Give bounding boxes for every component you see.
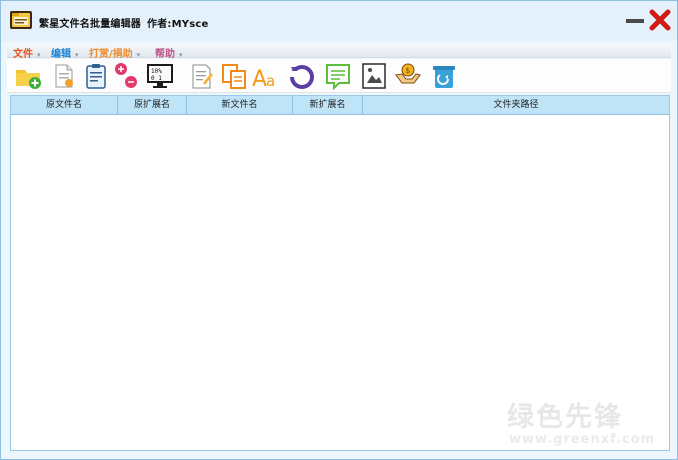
copy-button[interactable] [219, 61, 249, 91]
svg-text:10%: 10% [151, 68, 162, 75]
message-list-button[interactable] [323, 61, 353, 91]
image-file-icon [362, 63, 386, 89]
app-window: 繁星文件名批量编辑器 作者:MYsce 文件 ▾ 编辑 ▾ 打赏/捐助 ▾ 帮助 ▾ [0, 0, 678, 460]
svg-text:a: a [266, 72, 275, 90]
copy-icon [222, 64, 246, 89]
chevron-down-icon: ▾ [75, 51, 79, 59]
menu-file[interactable]: 文件 ▾ [13, 45, 41, 60]
replace-text-button[interactable] [111, 61, 141, 91]
message-list-icon [326, 64, 350, 91]
chevron-down-icon: ▾ [37, 51, 41, 59]
clipboard-icon [86, 64, 106, 89]
svg-text:0 1: 0 1 [151, 75, 162, 82]
author-label: 作者:MYsce [147, 19, 209, 30]
undo-button[interactable] [287, 61, 317, 91]
chevron-down-icon: ▾ [136, 51, 141, 59]
watermark: 绿色先锋 www.greenxf.com [507, 395, 667, 451]
table-header: 原文件名 原扩展名 新文件名 新扩展名 文件夹路径 [11, 96, 669, 115]
clipboard-button[interactable] [81, 61, 111, 91]
column-original-name[interactable]: 原文件名 [11, 96, 118, 115]
watermark-en: www.greenxf.com [509, 432, 656, 447]
number-sequence-icon: 10% 0 1 [147, 64, 173, 88]
donate-icon: $ [395, 63, 421, 84]
chevron-down-icon: ▾ [179, 51, 183, 59]
donate-button[interactable]: $ [393, 61, 423, 91]
column-original-extension[interactable]: 原扩展名 [118, 96, 187, 115]
add-folder-icon [16, 70, 41, 89]
add-folder-button[interactable] [13, 61, 43, 91]
menu-help[interactable]: 帮助 ▾ [155, 45, 183, 60]
svg-text:A: A [252, 67, 267, 91]
title-bar[interactable]: 繁星文件名批量编辑器 作者:MYsce [1, 1, 677, 41]
menu-edit[interactable]: 编辑 ▾ [51, 45, 79, 60]
column-folder-path[interactable]: 文件夹路径 [363, 96, 669, 115]
watermark-cn: 绿色先锋 [507, 402, 623, 433]
menu-donate[interactable]: 打赏/捐助 ▾ [89, 45, 140, 60]
replace-text-icon [115, 63, 137, 88]
add-file-button[interactable] [49, 61, 79, 91]
column-new-extension[interactable]: 新扩展名 [293, 96, 363, 115]
close-button[interactable] [649, 9, 671, 31]
clear-list-button[interactable] [429, 61, 459, 91]
menu-bar: 文件 ▾ 编辑 ▾ 打赏/捐助 ▾ 帮助 ▾ [7, 44, 671, 60]
column-new-name[interactable]: 新文件名 [187, 96, 293, 115]
app-title: 繁星文件名批量编辑器 [39, 19, 141, 30]
undo-icon [289, 65, 314, 89]
edit-document-button[interactable] [187, 61, 217, 91]
minimize-button[interactable] [626, 19, 644, 23]
font-case-icon: A a [252, 67, 275, 91]
app-logo-icon [10, 11, 32, 29]
add-file-icon [55, 64, 73, 88]
toolbar: 10% 0 1 A a $ [7, 59, 671, 93]
window-title: 繁星文件名批量编辑器 作者:MYsce [39, 15, 208, 30]
clear-list-icon [433, 66, 455, 88]
svg-text:$: $ [405, 66, 410, 75]
edit-document-icon [192, 64, 213, 89]
font-case-button[interactable]: A a [251, 61, 281, 91]
image-file-button[interactable] [359, 61, 389, 91]
number-sequence-button[interactable]: 10% 0 1 [145, 61, 175, 91]
